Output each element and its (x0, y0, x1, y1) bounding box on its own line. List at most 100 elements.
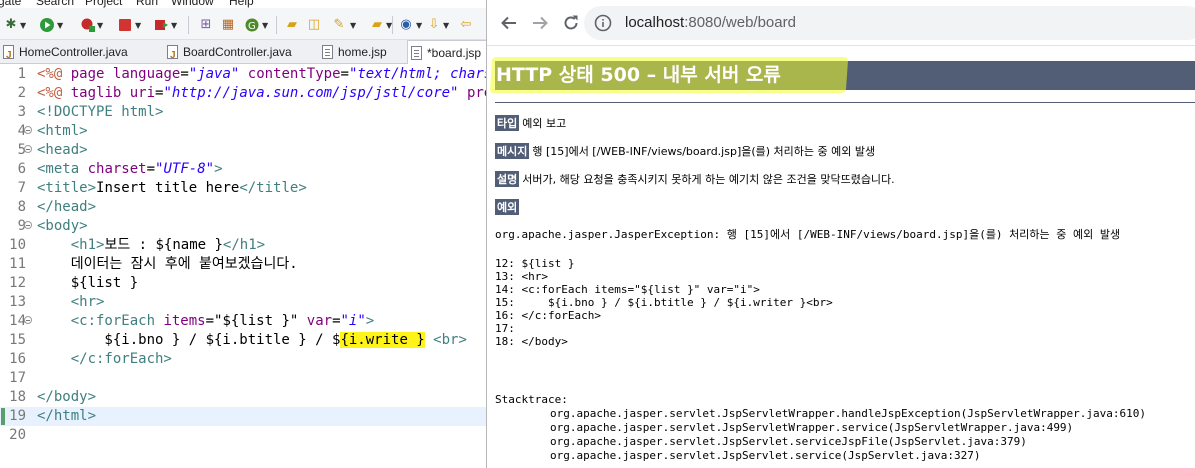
address-bar[interactable]: localhost:8080/web/board (584, 6, 1195, 40)
menu-search[interactable]: Search (36, 0, 74, 8)
chevron-down-icon[interactable]: ▼ (97, 21, 103, 30)
tab-home-controller[interactable]: HomeController.java (0, 40, 164, 68)
line-number: 2 (17, 85, 26, 101)
code-line[interactable]: 18 </body> (0, 388, 486, 407)
chevron-down-icon[interactable]: ▼ (262, 21, 268, 30)
code-line[interactable]: 13 <hr> (0, 293, 486, 312)
chevron-down-icon[interactable]: ▼ (135, 21, 141, 30)
chevron-down-icon[interactable]: ▼ (20, 21, 26, 30)
code-line[interactable]: 14 <c:forEach items="${list }" var="i"> (0, 312, 486, 331)
code-line[interactable]: 2 <%@ taglib uri="http://java.sun.com/jsp… (0, 84, 486, 103)
java-file-icon (167, 44, 178, 68)
code-text: 데이터는 잠시 후에 붙여보겠습니다. (37, 256, 298, 272)
chevron-down-icon[interactable]: ▼ (443, 21, 449, 30)
menu-run[interactable]: Run (136, 0, 158, 8)
server-icon[interactable] (153, 17, 169, 33)
code-text: <hr> (70, 294, 105, 310)
code-line[interactable]: 8 </head> (0, 198, 486, 217)
code-text: </c:forEach> (70, 351, 172, 367)
code-line[interactable]: 16 </c:forEach> (0, 350, 486, 369)
folder-icon[interactable]: ▰ (369, 17, 385, 33)
forward-button[interactable] (530, 13, 550, 33)
description-label: 설명 (495, 171, 520, 187)
open-folder-icon[interactable]: ▰ (284, 17, 300, 33)
menu-navigate[interactable]: gate (0, 0, 21, 8)
run-icon[interactable] (39, 17, 55, 33)
code-line[interactable]: 15 ${i.bno } / ${i.btitle } / ${i.write … (0, 331, 486, 350)
error-page: HTTP 상태 500 – 내부 서버 오류 타입 예외 보고 메시지 행 [15]… (487, 47, 1195, 468)
stop-icon[interactable] (117, 17, 133, 33)
fold-icon[interactable] (24, 316, 32, 324)
code-line[interactable]: 19 </html> (0, 407, 486, 426)
message-row: 메시지 행 [15]에서 [/WEB-INF/views/board.jsp]을(… (495, 143, 875, 159)
line-number: 16 (9, 351, 26, 367)
svg-text:G: G (248, 21, 256, 32)
wand-icon[interactable]: ✎ (331, 17, 347, 33)
tab-home-jsp[interactable]: home.jsp (319, 40, 407, 64)
line-number: 7 (17, 180, 26, 196)
info-icon[interactable] (594, 14, 612, 32)
fold-icon[interactable] (24, 221, 32, 229)
code-text: <%@ page language="java" contentType="te… (37, 66, 486, 82)
code-text: ${list } (37, 275, 139, 291)
line-number: 20 (9, 427, 26, 443)
chevron-down-icon[interactable]: ▼ (416, 21, 422, 30)
description-value: 서버가, 해당 요청을 충족시키지 못하게 하는 예기치 않은 조건을 맞닥뜨렸… (522, 173, 895, 186)
globe-icon[interactable]: ◉ (398, 17, 414, 33)
browser-window: localhost:8080/web/board HTTP 상태 500 – 내… (486, 0, 1195, 468)
message-value: 행 [15]에서 [/WEB-INF/views/board.jsp]을(를) … (532, 145, 876, 158)
debug-icon[interactable]: ✱ (3, 17, 19, 33)
chevron-down-icon[interactable]: ▼ (57, 21, 63, 30)
code-line[interactable]: 9 <body> (0, 217, 486, 236)
code-text: <c:forEach items="${list }" var="i"> (70, 313, 375, 329)
code-line[interactable]: 7 <title>Insert title here</title> (0, 179, 486, 198)
chevron-down-icon[interactable]: ▼ (350, 21, 356, 30)
code-text: <!DOCTYPE html> (37, 104, 164, 120)
line-number: 19 (9, 408, 26, 424)
code-line[interactable]: 12 ${list } (0, 274, 486, 293)
fold-icon[interactable] (24, 126, 32, 134)
description-row: 설명 서버가, 해당 요청을 충족시키지 못하게 하는 예기치 않은 조건을 맞닥… (495, 171, 895, 187)
code-line[interactable]: 10 <h1>보드 : ${name }</h1> (0, 236, 486, 255)
stacktrace-label: Stacktrace: (495, 393, 568, 406)
code-line[interactable]: 3 <!DOCTYPE html> (0, 103, 486, 122)
back-button[interactable] (499, 13, 519, 33)
browser-toolbar: localhost:8080/web/board (487, 0, 1195, 46)
fold-icon[interactable] (24, 145, 32, 153)
code-line[interactable]: 4 <html> (0, 122, 486, 141)
new-server-icon[interactable]: ⊞ (198, 17, 214, 33)
code-line[interactable]: 11 데이터는 잠시 후에 붙여보겠습니다. (0, 255, 486, 274)
editor-tabs: HomeController.java BoardController.java… (0, 40, 486, 68)
menu-window[interactable]: Window (171, 0, 214, 8)
menu-help[interactable]: Help (229, 0, 254, 8)
code-line[interactable]: 20 (0, 426, 486, 445)
run-config-icon[interactable] (80, 17, 96, 33)
code-line[interactable]: 6 <meta charset="UTF-8"> (0, 160, 486, 179)
code-editor[interactable]: 1 <%@ page language="java" contentType="t… (0, 65, 486, 468)
eclipse-window: gate Search Project Run Window Help ✱ ▼ … (0, 0, 486, 468)
line-number: 9 (17, 218, 26, 234)
new-icon[interactable]: G (244, 17, 260, 33)
tab-board-jsp[interactable]: *board.jsp (407, 40, 486, 64)
arrow-left-icon (501, 16, 516, 30)
open-type-icon[interactable]: ◫ (306, 17, 322, 33)
jsp-file-icon (322, 45, 333, 59)
chevron-down-icon[interactable]: ▼ (171, 21, 177, 30)
line-number: 17 (9, 370, 26, 386)
exception-label: 예외 (495, 199, 520, 215)
tab-board-controller[interactable]: BoardController.java (164, 40, 319, 68)
java-file-icon (3, 44, 14, 68)
stacktrace-line: org.apache.jasper.servlet.JspServletWrap… (550, 407, 1147, 420)
prev-annotation-icon[interactable]: ⇦ (458, 17, 474, 33)
package-icon[interactable]: ▦ (220, 17, 236, 33)
code-text: </head> (37, 199, 97, 215)
page-title: HTTP 상태 500 – 내부 서버 오류 (496, 64, 781, 86)
code-line[interactable]: 17 (0, 369, 486, 388)
code-line[interactable]: 1 <%@ page language="java" contentType="t… (0, 65, 486, 84)
code-text: <title>Insert title here</title> (37, 180, 307, 196)
code-line[interactable]: 5 <head> (0, 141, 486, 160)
menu-project[interactable]: Project (85, 0, 122, 8)
type-row: 타입 예외 보고 (495, 115, 566, 131)
next-annotation-icon[interactable]: ⇩ (426, 17, 442, 33)
reload-button[interactable] (561, 13, 581, 33)
